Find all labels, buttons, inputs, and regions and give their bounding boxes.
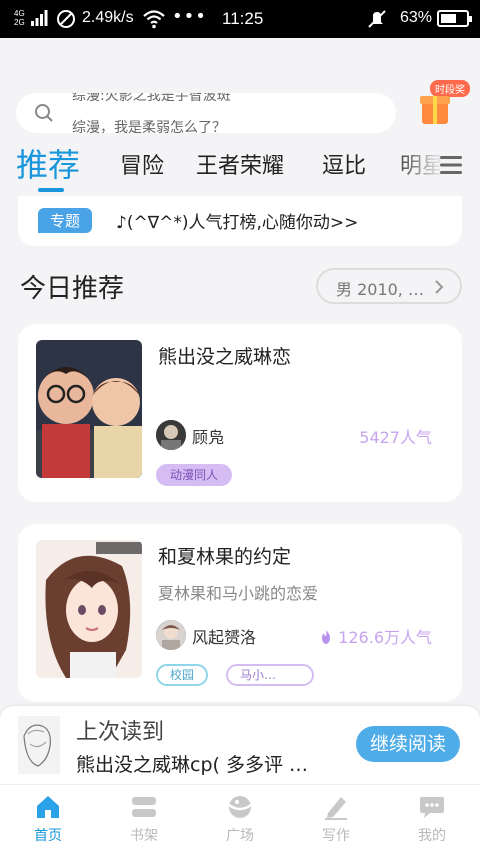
gift-icon [420,96,450,124]
wifi-icon [143,10,165,29]
signal-icon [31,10,48,26]
popularity-count: 126.6万人气 [320,624,432,648]
profile-icon [420,797,444,818]
no-sim-icon [57,10,75,28]
tab-funny[interactable]: 逗比 [322,148,366,180]
nav-profile[interactable]: 我的 [384,793,480,845]
home-icon [37,796,59,818]
topic-tag: 专题 [38,208,93,233]
author-avatar [156,420,186,450]
nav-write[interactable]: 写作 [288,793,384,845]
network-top-label: 4G [14,9,25,18]
mute-icon [368,10,386,28]
search-bar[interactable]: 综漫:火影之我是宇智波斑 综漫，我是柔弱怎么了？ [16,93,396,133]
network-bottom-label: 2G [14,18,25,27]
active-tab-indicator [38,188,64,192]
battery-fill [441,14,456,23]
category-tabs: 推荐 冒险 王者荣耀 逗比 明星 [0,140,480,200]
tab-adventure[interactable]: 冒险 [120,148,164,180]
section-title: 今日推荐 [20,274,125,304]
nav-home-label: 首页 [34,828,62,844]
battery-percent: 63% [400,9,433,26]
topic-banner[interactable]: 专题 ♪(^∇^*)人气打榜,心随你动>> [18,196,462,246]
topic-text: ♪(^∇^*)人气打榜,心随你动>> [116,213,359,233]
bottom-navigation: 首页 书架 广场 写作 我的 [0,784,480,854]
more-notifications-icon: ••• [172,6,207,27]
network-type: 4G 2G [14,9,25,27]
timed-reward-button[interactable]: 时段奖 [418,80,476,136]
tab-recommend[interactable]: 推荐 [16,140,80,186]
author-name: 风起赟洛 [192,628,257,647]
popularity-count: 5427人气 [359,428,432,447]
book-description: 夏林果和马小跳的恋爱 [158,584,319,603]
genre-tag[interactable]: 动漫同人 [156,464,233,486]
book-cover [36,540,142,678]
battery-icon [437,10,472,27]
flame-icon [322,630,331,644]
reward-badge: 时段奖 [430,80,470,97]
write-icon [325,797,347,820]
book-card[interactable]: 熊出没之威琳恋 顾凫 5427人气 动漫同人 [18,324,462,502]
nav-profile-label: 我的 [418,828,446,844]
last-read-label: 上次读到 [76,720,165,745]
nav-home[interactable]: 首页 [0,793,96,845]
book-cover [36,340,142,478]
clock: 11:25 [222,9,264,28]
filter-label: 男 2010, … [336,280,424,299]
square-icon [228,796,252,818]
nav-square-label: 广场 [226,828,254,844]
last-read-cover [18,716,60,774]
nav-write-label: 写作 [322,828,350,844]
last-read-book-title: 熊出没之威琳cp( 多多评 … [76,754,308,776]
search-suggestion-2: 综漫，我是柔弱怎么了？ [72,120,226,133]
nav-bookshelf[interactable]: 书架 [96,793,192,845]
author-avatar [156,620,186,650]
tab-honor-of-kings[interactable]: 王者荣耀 [196,148,284,180]
popularity-value: 126.6万人气 [338,628,432,647]
continue-reading-button[interactable]: 继续阅读 [356,726,460,762]
book-title: 和夏林果的约定 [158,546,292,568]
menu-icon[interactable] [438,154,464,176]
nav-bookshelf-label: 书架 [130,828,158,844]
nav-square[interactable]: 广场 [192,793,288,845]
search-suggestion-1: 综漫:火影之我是宇智波斑 [72,93,231,104]
bookshelf-icon [132,797,156,817]
author-name: 顾凫 [192,428,225,447]
chevron-right-icon [435,280,444,294]
status-bar: 4G 2G 2.49k/s ••• 11:25 63% [0,0,480,38]
book-title: 熊出没之威琳恋 [158,346,292,368]
genre-tag[interactable]: 马小… [226,664,314,686]
search-icon [35,104,53,122]
network-speed: 2.49k/s [82,9,134,26]
continue-reading-bar[interactable]: 上次读到 熊出没之威琳cp( 多多评 … 继续阅读 [0,706,480,784]
genre-tag[interactable]: 校园 [156,664,209,686]
tab-fade-overlay [390,140,480,190]
filter-button[interactable]: 男 2010, … [316,268,462,304]
book-card[interactable]: 和夏林果的约定 夏林果和马小跳的恋爱 风起赟洛 126.6万人气 校园 马小… [18,524,462,702]
